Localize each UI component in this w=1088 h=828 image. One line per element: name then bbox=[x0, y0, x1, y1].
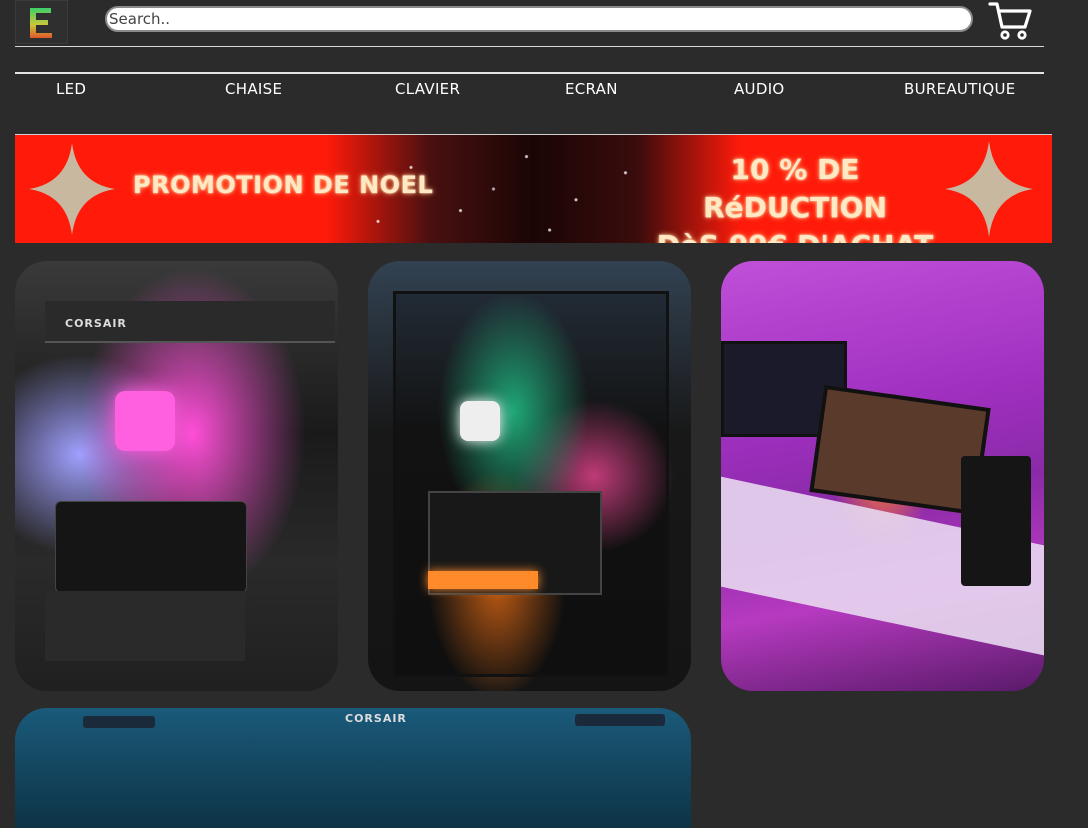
nav-item-audio[interactable]: AUDIO bbox=[734, 80, 785, 98]
nav-item-led[interactable]: LED bbox=[56, 80, 86, 98]
pc-case-frame bbox=[393, 291, 669, 677]
four-point-star-icon bbox=[29, 143, 115, 235]
product-image-corsair-keyboard[interactable]: CORSAIR bbox=[15, 708, 691, 828]
nav-item-ecran[interactable]: ECRAN bbox=[565, 80, 618, 98]
search-input[interactable] bbox=[105, 6, 973, 32]
corsair-brand-label: CORSAIR bbox=[345, 712, 407, 725]
nav-item-bureautique[interactable]: BUREAUTIQUE bbox=[904, 80, 1016, 98]
pc-tower bbox=[961, 456, 1031, 586]
banner-promo-text: PROMOTION DE NOEL bbox=[133, 171, 434, 199]
banner-discount-line2: DèS 99€ D'ACHAT bbox=[655, 227, 935, 243]
product-image-pc-case-rgb[interactable] bbox=[368, 261, 691, 691]
nav-item-clavier[interactable]: CLAVIER bbox=[395, 80, 460, 98]
power-supply bbox=[45, 591, 245, 661]
corsair-brand-label: CORSAIR bbox=[65, 317, 127, 330]
promo-banner[interactable]: PROMOTION DE NOEL 10 % DE RéDUCTION DèS … bbox=[15, 134, 1052, 243]
keyboard-media-keys bbox=[83, 716, 155, 728]
logo-e-icon bbox=[30, 8, 52, 38]
cpu-cooler-pump bbox=[115, 391, 175, 451]
shopping-cart-icon[interactable] bbox=[987, 0, 1035, 42]
nav-item-chaise[interactable]: CHAISE bbox=[225, 80, 282, 98]
cpu-cooler-pump bbox=[460, 401, 500, 441]
product-image-corsair-pc-build[interactable]: CORSAIR bbox=[15, 261, 338, 691]
category-nav: LED CHAISE CLAVIER ECRAN AUDIO BUREAUTIQ… bbox=[15, 72, 1044, 104]
graphics-card bbox=[55, 501, 247, 593]
banner-discount-line1: 10 % DE RéDUCTION bbox=[703, 153, 887, 224]
keyboard-control-keys bbox=[575, 714, 665, 726]
four-point-star-icon bbox=[945, 141, 1033, 237]
product-image-gaming-desk-setup[interactable] bbox=[721, 261, 1044, 691]
site-logo[interactable] bbox=[15, 0, 68, 44]
rgb-strip bbox=[428, 571, 538, 589]
banner-discount-text: 10 % DE RéDUCTION DèS 99€ D'ACHAT bbox=[655, 151, 935, 243]
header bbox=[15, 0, 1044, 47]
